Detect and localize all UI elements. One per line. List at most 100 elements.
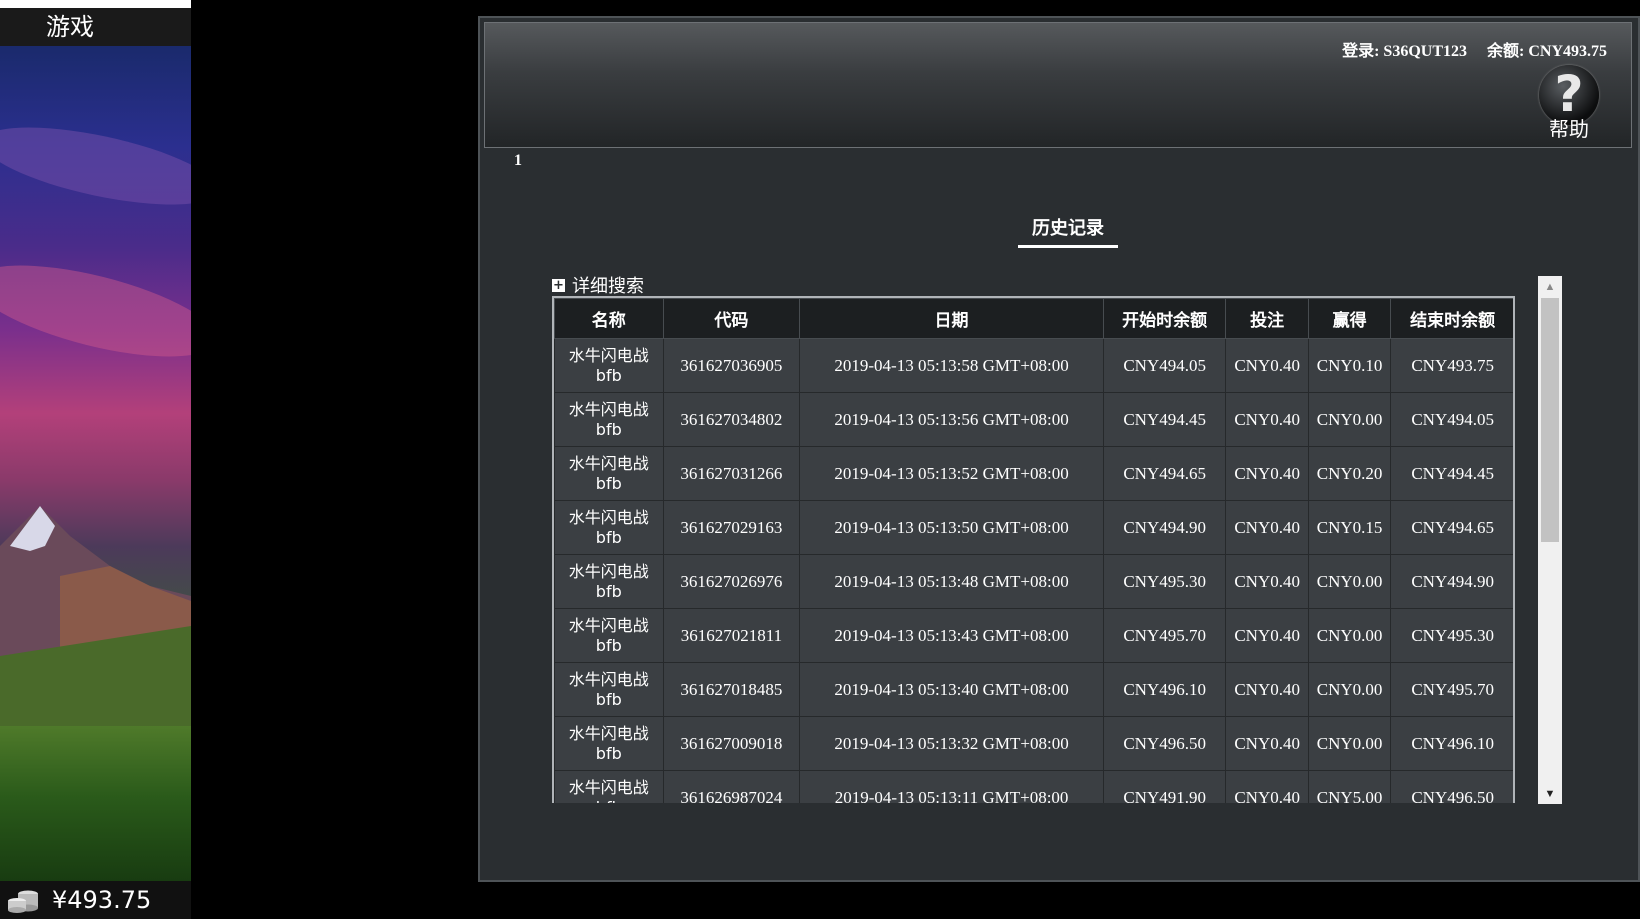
cell-bet: CNY0.40 <box>1225 392 1309 447</box>
cell-bet: CNY0.40 <box>1225 446 1309 501</box>
cell-start-balance: CNY496.50 <box>1102 716 1227 771</box>
game-name: 水牛闪电战 <box>568 669 649 689</box>
game-name: 水牛闪电战 <box>568 561 649 581</box>
table-row[interactable]: 水牛闪电战 bfb 361627021811 2019-04-13 05:13:43 … <box>554 608 1513 663</box>
games-title-bar[interactable]: 游戏 <box>0 8 191 46</box>
cell-date: 2019-04-13 05:13:50 GMT+08:00 <box>799 500 1104 555</box>
cell-code: 361627031266 <box>662 446 801 501</box>
table-row[interactable]: 水牛闪电战 bfb 361627029163 2019-04-13 05:13:50 … <box>554 500 1513 555</box>
balance-bar: ¥493.75 <box>0 881 191 919</box>
cell-game-name: 水牛闪电战bfb <box>554 338 664 393</box>
game-name: 水牛闪电战 <box>568 345 649 365</box>
cell-win: CNY0.15 <box>1307 500 1392 555</box>
side-balance-value: ¥493.75 <box>52 886 152 914</box>
table-row[interactable]: 水牛闪电战 bfb 361627031266 2019-04-13 05:13:52 … <box>554 446 1513 501</box>
cell-start-balance: CNY491.90 <box>1102 770 1227 803</box>
cell-win: CNY0.00 <box>1307 716 1392 771</box>
tab-history[interactable]: 历史记录 <box>1018 214 1118 248</box>
game-code-suffix: bfb <box>555 798 663 804</box>
cell-game-name: 水牛闪电战bfb <box>554 716 664 771</box>
cell-game-name: 水牛闪电战bfb <box>554 500 664 555</box>
coins-stack-icon <box>8 890 38 913</box>
table-row[interactable]: 水牛闪电战bfb3616269870242019-04-13 05:13:11 … <box>554 770 1513 804</box>
cell-game-name: 水牛闪电战bfb <box>554 446 664 501</box>
cell-game-name: 水牛闪电战bfb <box>554 608 664 663</box>
history-table: 名称 代码 日期 开始时余额 投注 赢得 结束时余额 水牛闪电战 bfb 36162… <box>554 298 1513 804</box>
cell-game-name: 水牛闪电战bfb <box>554 662 664 717</box>
column-header-name: 名称 <box>554 298 664 339</box>
help-label[interactable]: 帮助 <box>1537 113 1601 142</box>
top-strip <box>0 0 191 8</box>
column-header-end-balance: 结束时余额 <box>1390 298 1513 339</box>
column-header-start-balance: 开始时余额 <box>1102 298 1227 339</box>
table-body: 水牛闪电战 bfb 361627036905 2019-04-13 05:13:58 … <box>554 338 1513 804</box>
table-row[interactable]: 水牛闪电战 bfb 361627018485 2019-04-13 05:13:40 … <box>554 662 1513 717</box>
cell-start-balance: CNY494.65 <box>1102 446 1227 501</box>
cell-win: CNY0.10 <box>1307 338 1392 393</box>
column-header-date: 日期 <box>799 298 1104 339</box>
cell-date: 2019-04-13 05:13:32 GMT+08:00 <box>799 716 1104 771</box>
cell-bet: CNY0.40 <box>1225 662 1309 717</box>
login-label: 登录: S36QUT123 <box>1342 43 1467 60</box>
cloud-shape <box>0 111 191 221</box>
cell-code: 361627036905 <box>662 338 801 393</box>
game-code-suffix: bfb <box>595 743 622 763</box>
cell-date: 2019-04-13 05:13:40 GMT+08:00 <box>799 662 1104 717</box>
table-scrollbar[interactable]: ▲ ▼ <box>1538 276 1562 804</box>
column-header-win: 赢得 <box>1307 298 1392 339</box>
scroll-up-arrow-icon[interactable]: ▲ <box>1538 276 1562 296</box>
game-code-suffix: bfb <box>595 419 622 439</box>
cell-date: 2019-04-13 05:13:58 GMT+08:00 <box>799 338 1104 393</box>
game-name: 水牛闪电战 <box>568 615 649 635</box>
cell-end-balance: CNY494.90 <box>1390 554 1513 609</box>
balance-label: 余额: CNY493.75 <box>1487 43 1607 60</box>
game-code-suffix: bfb <box>595 365 622 385</box>
advanced-search-toggle[interactable]: + 详细搜索 <box>552 272 644 298</box>
table-row[interactable]: 水牛闪电战 bfb 361627026976 2019-04-13 05:13:48 … <box>554 554 1513 609</box>
game-code-suffix: bfb <box>595 689 622 709</box>
game-name: 水牛闪电战 <box>568 453 649 473</box>
cell-date: 2019-04-13 05:13:11 GMT+08:00 <box>799 770 1104 803</box>
cell-win: CNY5.00 <box>1307 770 1392 803</box>
cell-start-balance: CNY495.70 <box>1102 608 1227 663</box>
games-title[interactable]: 游戏 <box>46 8 94 46</box>
cell-start-balance: CNY494.90 <box>1102 500 1227 555</box>
cell-start-balance: CNY495.30 <box>1102 554 1227 609</box>
cell-start-balance: CNY494.05 <box>1102 338 1227 393</box>
game-name: 水牛闪电战 <box>568 723 649 743</box>
cell-bet: CNY0.40 <box>1225 500 1309 555</box>
account-info: 登录: S36QUT123 余额: CNY493.75 <box>1322 37 1607 61</box>
table-row[interactable]: 水牛闪电战 bfb 361627009018 2019-04-13 05:13:32 … <box>554 716 1513 771</box>
help-button[interactable]: ? 帮助 <box>1537 65 1601 143</box>
cell-win: CNY0.20 <box>1307 446 1392 501</box>
history-table-container: 名称 代码 日期 开始时余额 投注 赢得 结束时余额 水牛闪电战 bfb 36162… <box>552 296 1515 803</box>
grass-field <box>0 726 191 886</box>
cell-code: 361627026976 <box>662 554 801 609</box>
scroll-thumb[interactable] <box>1541 298 1559 542</box>
cell-end-balance: CNY495.70 <box>1390 662 1513 717</box>
cell-code: 361627018485 <box>662 662 801 717</box>
header-bar: 登录: S36QUT123 余额: CNY493.75 ? 帮助 <box>484 22 1632 148</box>
history-window: 登录: S36QUT123 余额: CNY493.75 ? 帮助 1 历史记录 +… <box>478 16 1640 882</box>
game-name: 水牛闪电战 <box>568 399 649 419</box>
page-number: 1 <box>514 152 522 169</box>
cell-date: 2019-04-13 05:13:56 GMT+08:00 <box>799 392 1104 447</box>
cell-win: CNY0.00 <box>1307 662 1392 717</box>
game-code-suffix: bfb <box>595 635 622 655</box>
cell-date: 2019-04-13 05:13:48 GMT+08:00 <box>799 554 1104 609</box>
game-name: 水牛闪电战 <box>568 777 649 797</box>
game-code-suffix: bfb <box>595 581 622 601</box>
cell-win: CNY0.00 <box>1307 554 1392 609</box>
table-row[interactable]: 水牛闪电战 bfb 361627034802 2019-04-13 05:13:56 … <box>554 392 1513 447</box>
cell-start-balance: CNY496.10 <box>1102 662 1227 717</box>
cell-win: CNY0.00 <box>1307 608 1392 663</box>
table-header-row: 名称 代码 日期 开始时余额 投注 赢得 结束时余额 <box>554 298 1513 339</box>
cloud-shape <box>0 246 191 376</box>
cell-end-balance: CNY494.65 <box>1390 500 1513 555</box>
table-row[interactable]: 水牛闪电战 bfb 361627036905 2019-04-13 05:13:58 … <box>554 338 1513 393</box>
advanced-search-label[interactable]: 详细搜索 <box>572 272 644 298</box>
plus-square-icon[interactable]: + <box>552 278 565 292</box>
game-background-scene <box>0 46 191 886</box>
scroll-down-arrow-icon[interactable]: ▼ <box>1538 784 1562 804</box>
game-side-panel: 游戏 ¥493.75 <box>0 0 191 919</box>
